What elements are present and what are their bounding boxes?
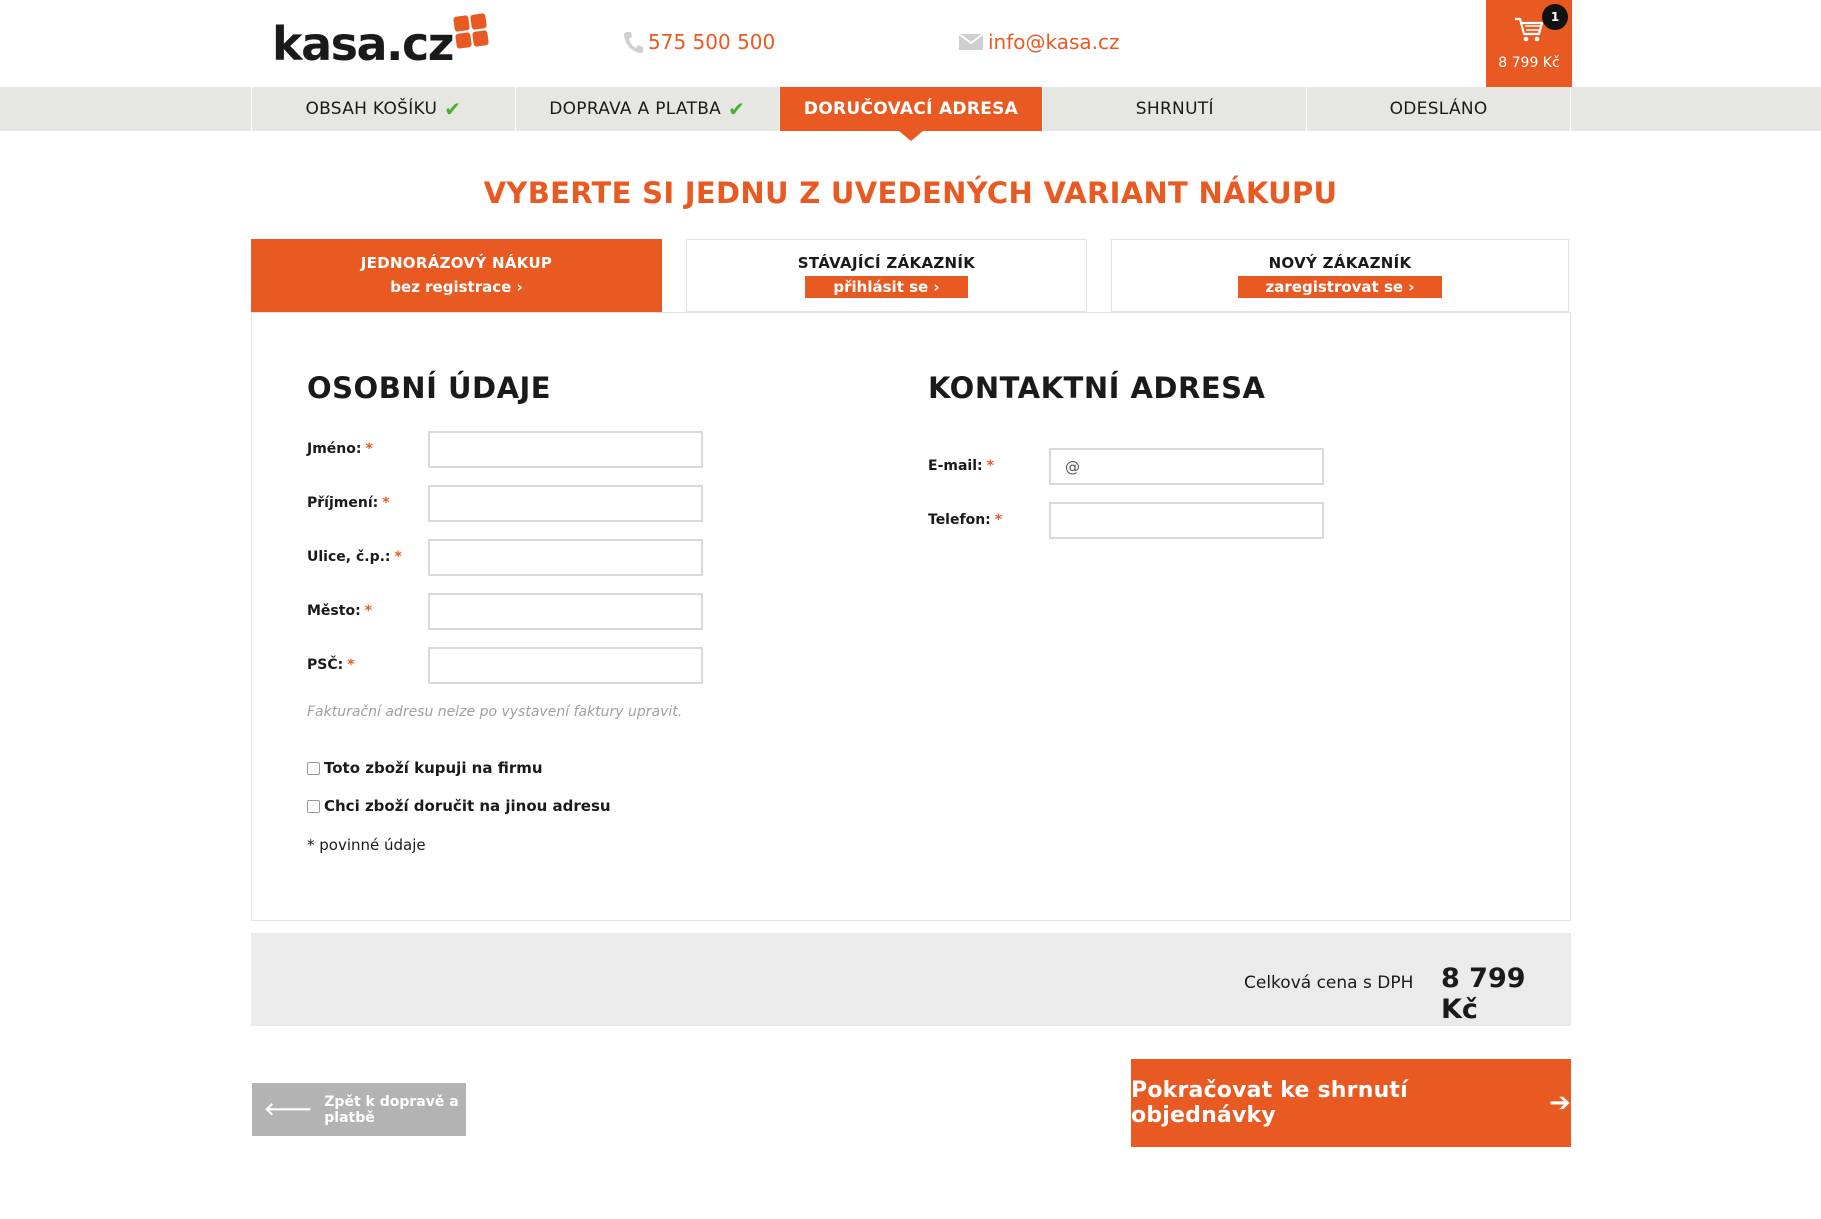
kasa-logo[interactable]: kasa.cz — [272, 13, 490, 74]
required-fields-note: * povinné údaje — [307, 836, 426, 854]
variant-title: NOVÝ ZÁKAZNÍK — [1268, 254, 1412, 272]
cart-price: 8 799 Kč — [1498, 55, 1560, 71]
company-purchase-option[interactable]: Toto zboží kupuji na firmu — [307, 759, 543, 777]
company-checkbox[interactable] — [307, 761, 320, 775]
step-summary: SHRNUTÍ — [1042, 87, 1306, 131]
variant-one-time-purchase[interactable]: JEDNORÁZOVÝ NÁKUP bez registrace › — [251, 239, 662, 313]
header-phone[interactable]: 575 500 500 — [622, 30, 775, 54]
zip-label: PSČ: * — [307, 657, 355, 673]
site-header: kasa.cz 575 500 500 info@kasa.cz 1 8 799… — [0, 0, 1821, 87]
email-address: info@kasa.cz — [988, 30, 1120, 54]
other-address-checkbox-label: Chci zboží doručit na jinou adresu — [324, 797, 611, 815]
phone-input[interactable] — [1049, 502, 1324, 539]
back-button-label: Zpět k dopravě a platbě — [324, 1093, 459, 1126]
logo-mark-icon — [453, 13, 490, 49]
continue-button-label: Pokračovat ke shrnutí objednávky — [1131, 1078, 1408, 1128]
arrow-left-icon: 🡐 — [264, 1099, 313, 1120]
step-cart-contents[interactable]: OBSAH KOŠÍKU ✔ — [251, 87, 515, 131]
continue-button[interactable]: Pokračovat ke shrnutí objednávky ➔ — [1131, 1059, 1571, 1147]
form-panel: OSOBNÍ ÚDAJE Jméno: * Příjmení: * Ulice, č… — [251, 312, 1571, 921]
shopping-cart-icon — [1515, 17, 1544, 42]
variant-existing-customer[interactable]: STÁVAJÍCÍ ZÁKAZNÍK přihlásit se › — [686, 239, 1087, 312]
step-label: OBSAH KOŠÍKU — [305, 99, 438, 119]
email-input[interactable] — [1049, 448, 1324, 485]
city-input[interactable] — [428, 593, 703, 630]
cart-button[interactable]: 1 8 799 Kč — [1486, 0, 1572, 87]
first-name-label: Jméno: * — [307, 441, 373, 457]
login-button[interactable]: přihlásit se › — [805, 276, 968, 298]
variant-sub: bez registrace › — [390, 278, 523, 296]
email-label: E-mail: * — [928, 458, 994, 474]
envelope-icon — [958, 33, 984, 50]
street-label: Ulice, č.p.: * — [307, 549, 402, 565]
billing-note: Fakturační adresu nelze po vystavení fak… — [307, 704, 683, 720]
step-shipping-payment[interactable]: DOPRAVA A PLATBA ✔ — [514, 87, 779, 131]
checkout-steps: OBSAH KOŠÍKU ✔ DOPRAVA A PLATBA ✔ DORUČO… — [251, 87, 1571, 141]
total-bar: Celková cena s DPH 8 799 Kč — [251, 933, 1571, 1026]
register-button[interactable]: zaregistrovat se › — [1237, 276, 1443, 298]
other-address-option[interactable]: Chci zboží doručit na jinou adresu — [307, 797, 611, 815]
first-name-input[interactable] — [428, 431, 703, 468]
total-value: 8 799 Kč — [1441, 963, 1526, 1025]
zip-input[interactable] — [428, 647, 703, 684]
variant-title: JEDNORÁZOVÝ NÁKUP — [360, 254, 553, 272]
city-label: Město: * — [307, 603, 372, 619]
back-button[interactable]: 🡐 Zpět k dopravě a platbě — [252, 1083, 466, 1136]
variant-new-customer[interactable]: NOVÝ ZÁKAZNÍK zaregistrovat se › — [1111, 239, 1569, 312]
logo-text: kasa.cz — [272, 17, 455, 71]
personal-data-title: OSOBNÍ ÚDAJE — [307, 371, 552, 405]
step-label: SHRNUTÍ — [1135, 99, 1214, 119]
step-label: DORUČOVACÍ ADRESA — [803, 99, 1019, 119]
phone-icon — [624, 32, 643, 53]
company-checkbox-label: Toto zboží kupuji na firmu — [324, 759, 543, 777]
total-label: Celková cena s DPH — [1244, 973, 1414, 993]
header-email[interactable]: info@kasa.cz — [958, 30, 1120, 54]
arrow-right-icon: ➔ — [1549, 1088, 1571, 1118]
page-title: VYBERTE SI JEDNU Z UVEDENÝCH VARIANT NÁK… — [483, 176, 1338, 210]
phone-label: Telefon: * — [928, 512, 1003, 528]
cart-count-badge: 1 — [1542, 4, 1568, 30]
variant-title: STÁVAJÍCÍ ZÁKAZNÍK — [797, 254, 976, 272]
phone-number: 575 500 500 — [648, 30, 776, 54]
step-label: DOPRAVA A PLATBA — [549, 99, 722, 119]
street-input[interactable] — [428, 539, 703, 576]
last-name-label: Příjmení: * — [307, 495, 390, 511]
step-label: ODESLÁNO — [1389, 99, 1488, 119]
last-name-input[interactable] — [428, 485, 703, 522]
other-address-checkbox[interactable] — [307, 799, 320, 813]
checkmark-icon: ✔ — [444, 97, 462, 121]
step-delivery-address: DORUČOVACÍ ADRESA — [778, 87, 1043, 141]
checkmark-icon: ✔ — [728, 97, 746, 121]
step-sent: ODESLÁNO — [1306, 87, 1571, 131]
contact-address-title: KONTAKTNÍ ADRESA — [928, 371, 1266, 405]
